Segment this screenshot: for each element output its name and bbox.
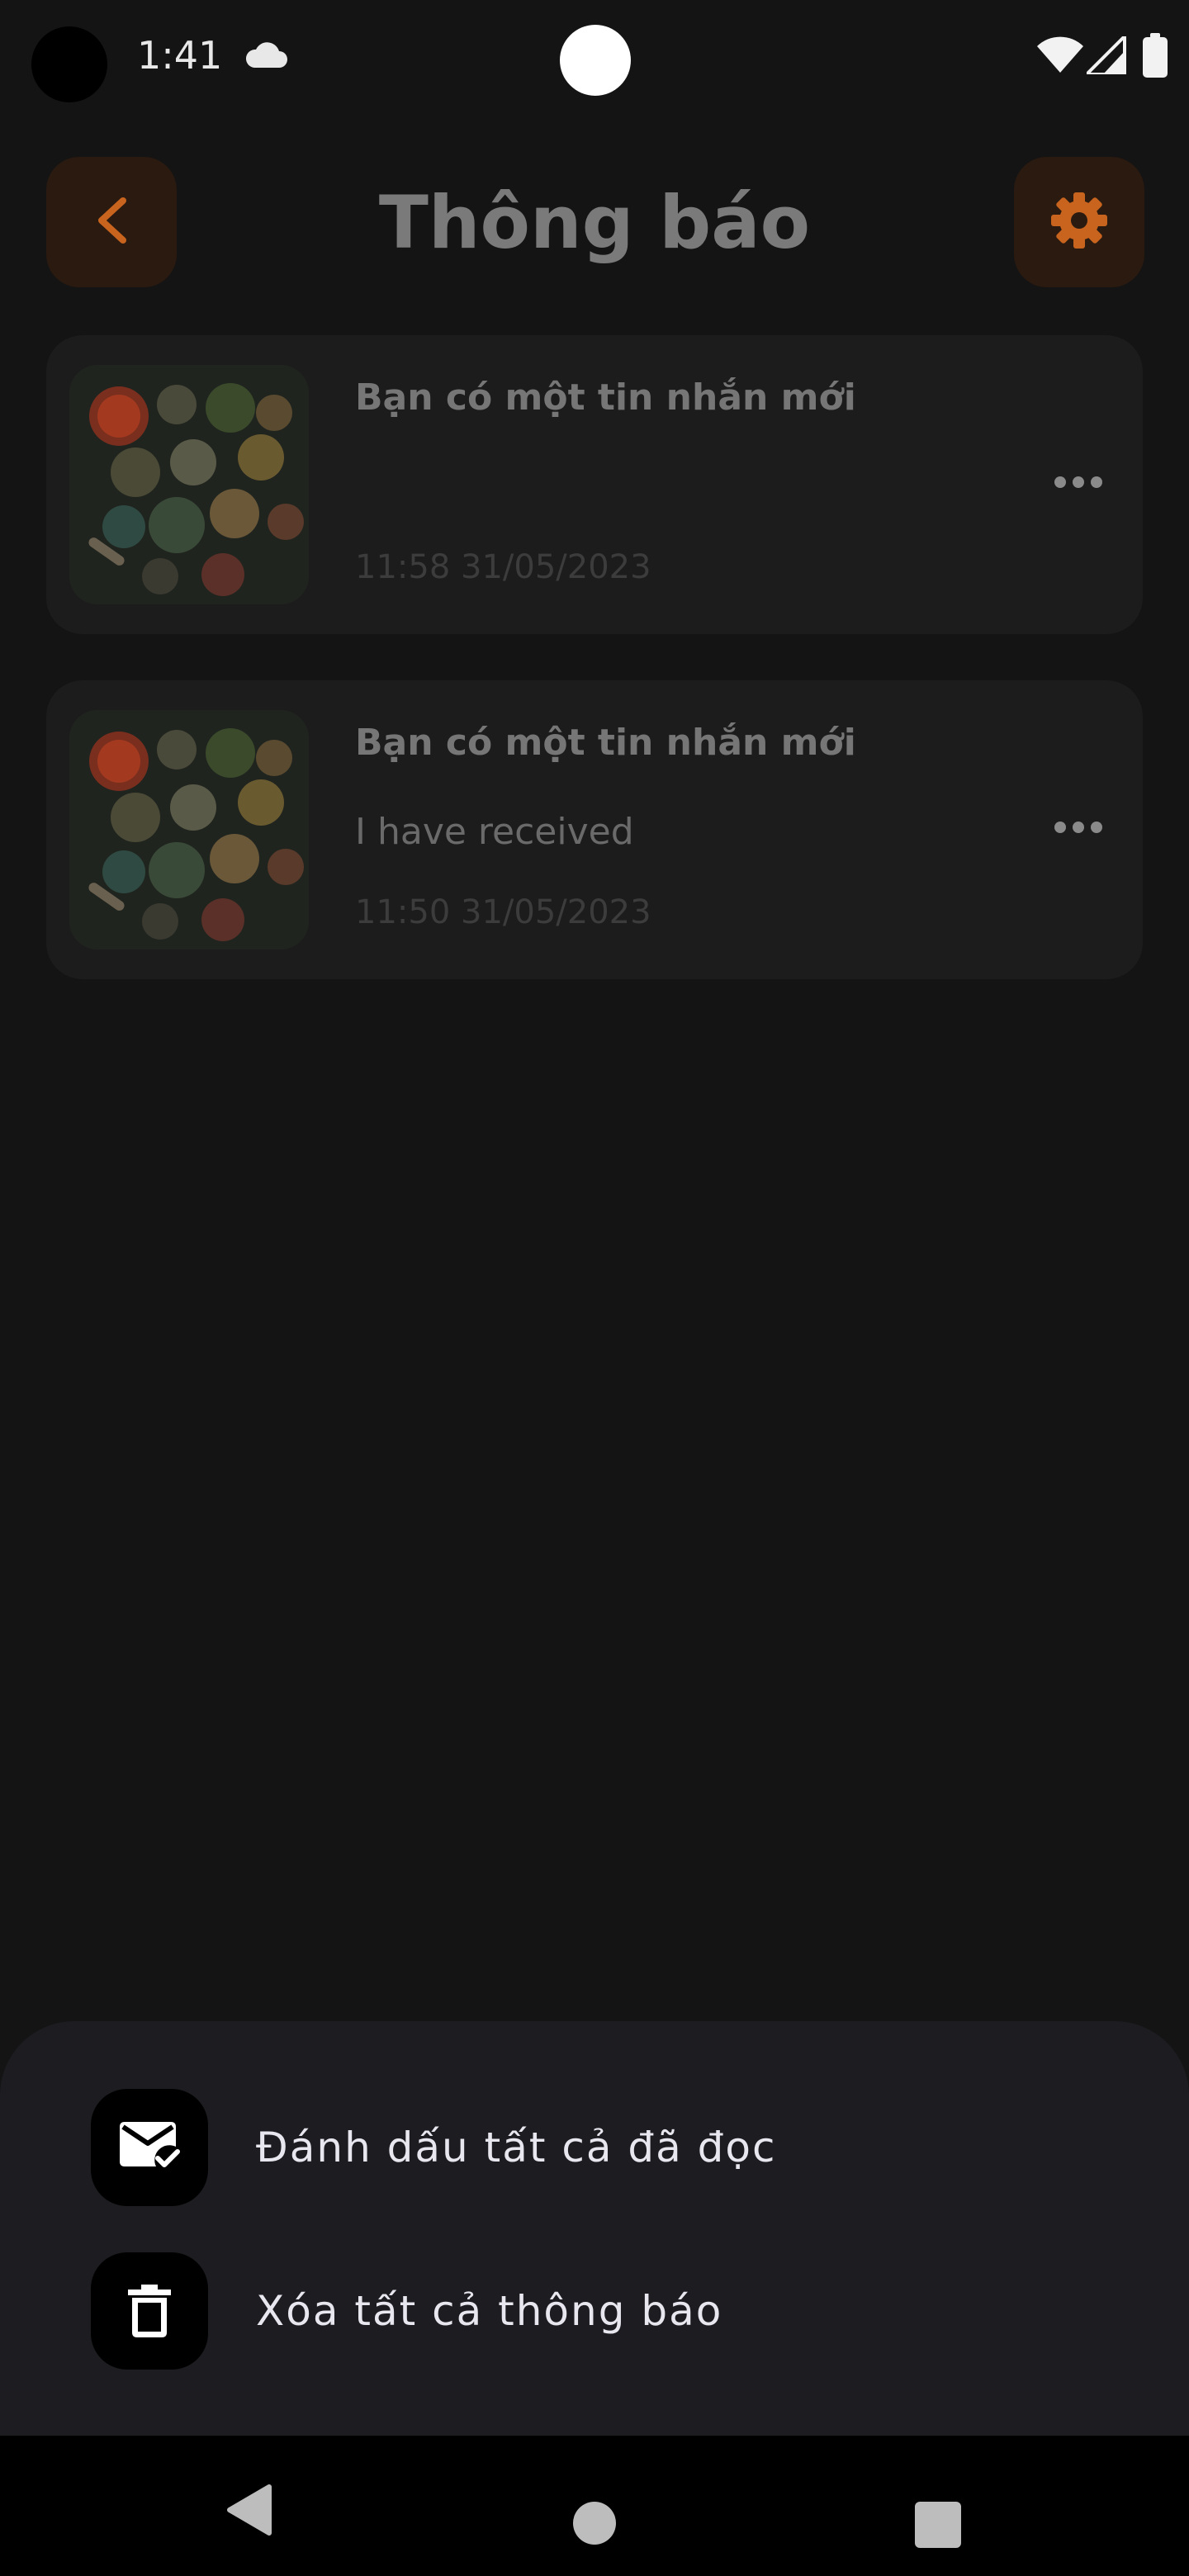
notification-card[interactable]: Bạn có một tin nhắn mới I have received … — [46, 680, 1143, 979]
signal-icon — [1082, 32, 1126, 78]
notification-time: 11:50 31/05/2023 — [355, 893, 651, 931]
notification-thumbnail — [69, 710, 309, 949]
notifications-screen: 1:41 Thông báo Bạn có một tin nhắn mới 1… — [0, 0, 1189, 2576]
status-bar: 1:41 — [0, 0, 1189, 116]
page-title: Thông báo — [378, 180, 811, 265]
notification-title: Bạn có một tin nhắn mới — [355, 376, 856, 419]
delete-all-label: Xóa tất cả thông báo — [256, 2287, 723, 2335]
notification-title: Bạn có một tin nhắn mới — [355, 722, 856, 764]
more-options-button[interactable] — [1037, 804, 1120, 854]
notification-time: 11:58 31/05/2023 — [355, 548, 651, 586]
nav-back-icon[interactable] — [225, 2484, 272, 2540]
bottom-sheet: Đánh dấu tất cả đã đọc Xóa tất cả thông … — [0, 2021, 1189, 2436]
battery-icon — [1143, 33, 1168, 81]
more-horizontal-icon — [1054, 821, 1103, 837]
system-nav-bar — [0, 2436, 1189, 2576]
notification-thumbnail — [69, 365, 309, 604]
mark-all-read-option[interactable]: Đánh dấu tất cả đã đọc — [91, 2089, 1098, 2206]
status-time: 1:41 — [137, 33, 223, 78]
header: Thông báo — [0, 157, 1189, 289]
camera-hole — [31, 26, 107, 102]
nav-recents-icon[interactable] — [915, 2502, 961, 2548]
notification-card[interactable]: Bạn có một tin nhắn mới 11:58 31/05/2023 — [46, 335, 1143, 634]
wifi-icon — [1037, 36, 1083, 76]
mail-check-icon — [91, 2089, 208, 2206]
trash-icon — [91, 2252, 208, 2370]
settings-button[interactable] — [1014, 157, 1144, 287]
notification-body: I have received — [355, 811, 634, 853]
mark-all-read-label: Đánh dấu tất cả đã đọc — [256, 2124, 777, 2171]
nav-home-icon[interactable] — [573, 2502, 616, 2545]
more-horizontal-icon — [1054, 476, 1103, 492]
front-camera — [560, 25, 631, 96]
more-options-button[interactable] — [1037, 459, 1120, 509]
gear-icon — [1049, 191, 1109, 253]
delete-all-option[interactable]: Xóa tất cả thông báo — [91, 2252, 1098, 2370]
cloud-icon — [244, 41, 287, 73]
